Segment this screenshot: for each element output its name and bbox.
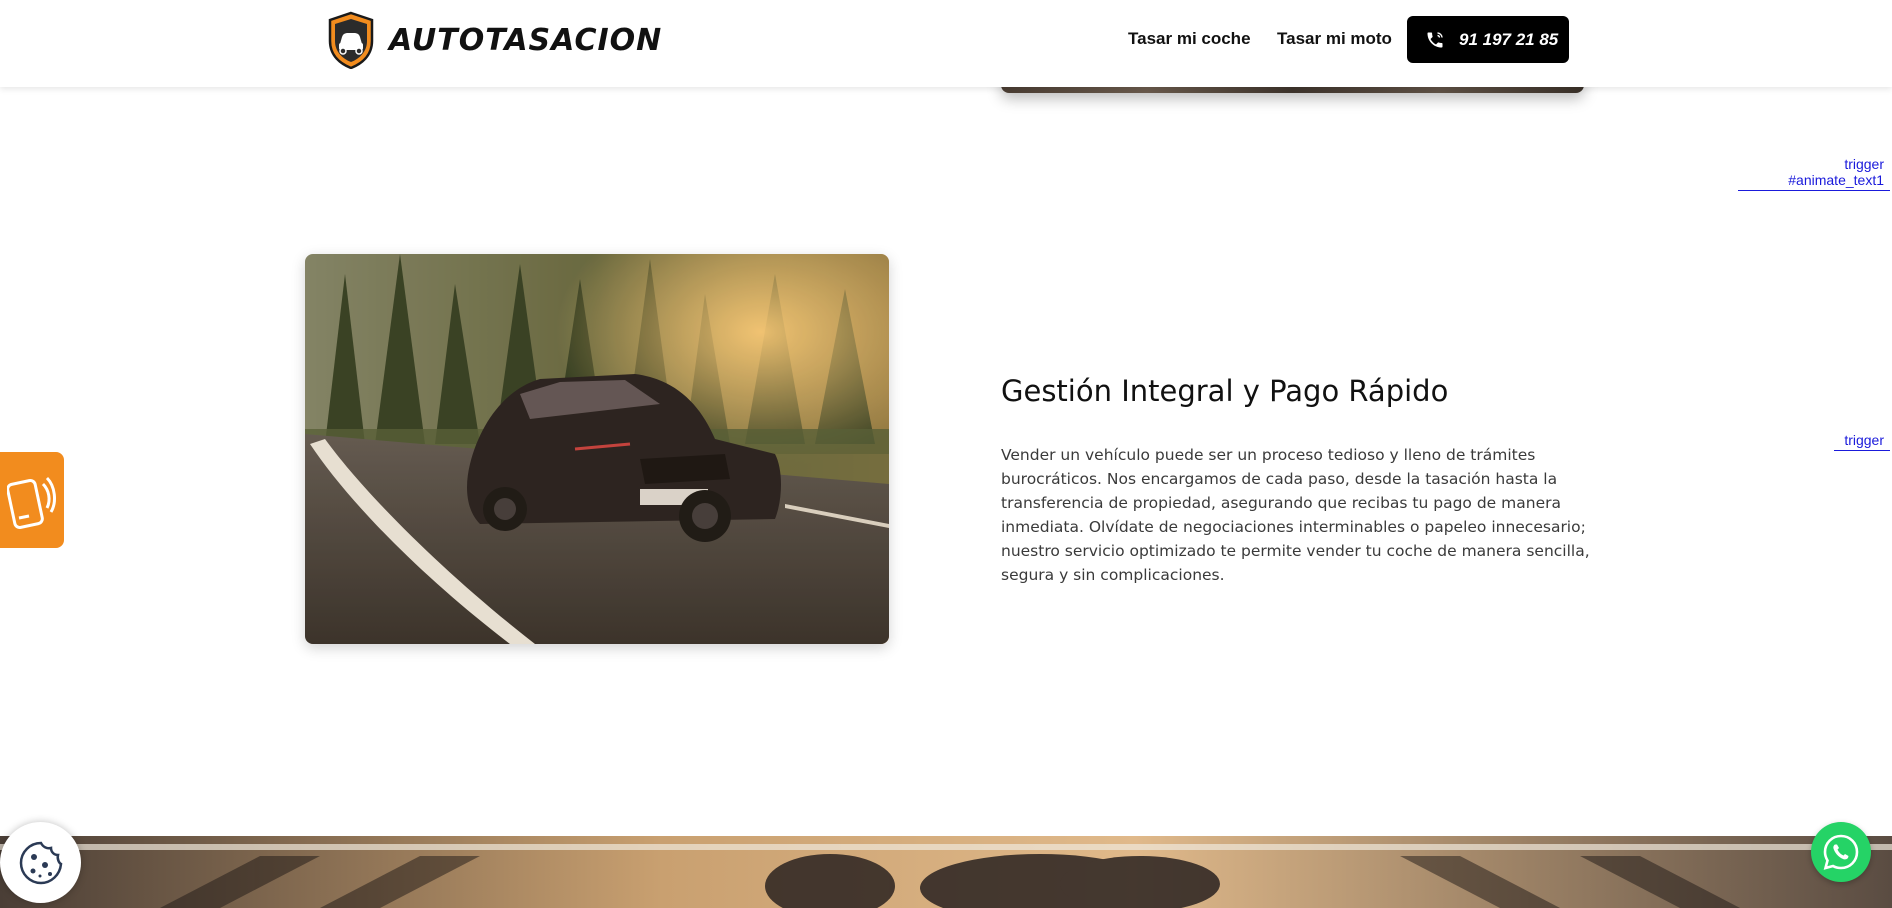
- whatsapp-icon: [1823, 834, 1859, 870]
- section-title: Gestión Integral y Pago Rápido: [1001, 374, 1449, 409]
- call-phone-button[interactable]: 91 197 21 85: [1407, 16, 1569, 63]
- animate-trigger-marker-1: trigger #animate_text1: [1738, 156, 1890, 191]
- phone-number: 91 197 21 85: [1459, 29, 1559, 49]
- next-section-banner-image: [0, 836, 1892, 908]
- cookie-icon: [19, 841, 62, 884]
- cookie-settings-button[interactable]: [0, 822, 81, 903]
- brand-name: AUTOTASACION: [389, 22, 663, 58]
- section-body-text: Vender un vehículo puede ser un proceso …: [1001, 445, 1590, 584]
- brand-logo-link[interactable]: AUTOTASACION: [327, 11, 662, 69]
- shield-car-logo-icon: [328, 11, 374, 69]
- nav-tasar-coche[interactable]: Tasar mi coche: [1128, 29, 1251, 49]
- whatsapp-chat-button[interactable]: [1811, 822, 1871, 882]
- mobile-contact-tab[interactable]: [0, 452, 64, 548]
- phone-icon: [1427, 31, 1443, 47]
- animate-trigger-marker-2: trigger: [1834, 432, 1890, 451]
- site-header: AUTOTASACION Tasar mi coche Tasar mi mot…: [0, 0, 1892, 87]
- car-on-road-image: [305, 254, 889, 644]
- mobile-phone-icon: [7, 476, 56, 529]
- nav-tasar-moto[interactable]: Tasar mi moto: [1277, 29, 1392, 49]
